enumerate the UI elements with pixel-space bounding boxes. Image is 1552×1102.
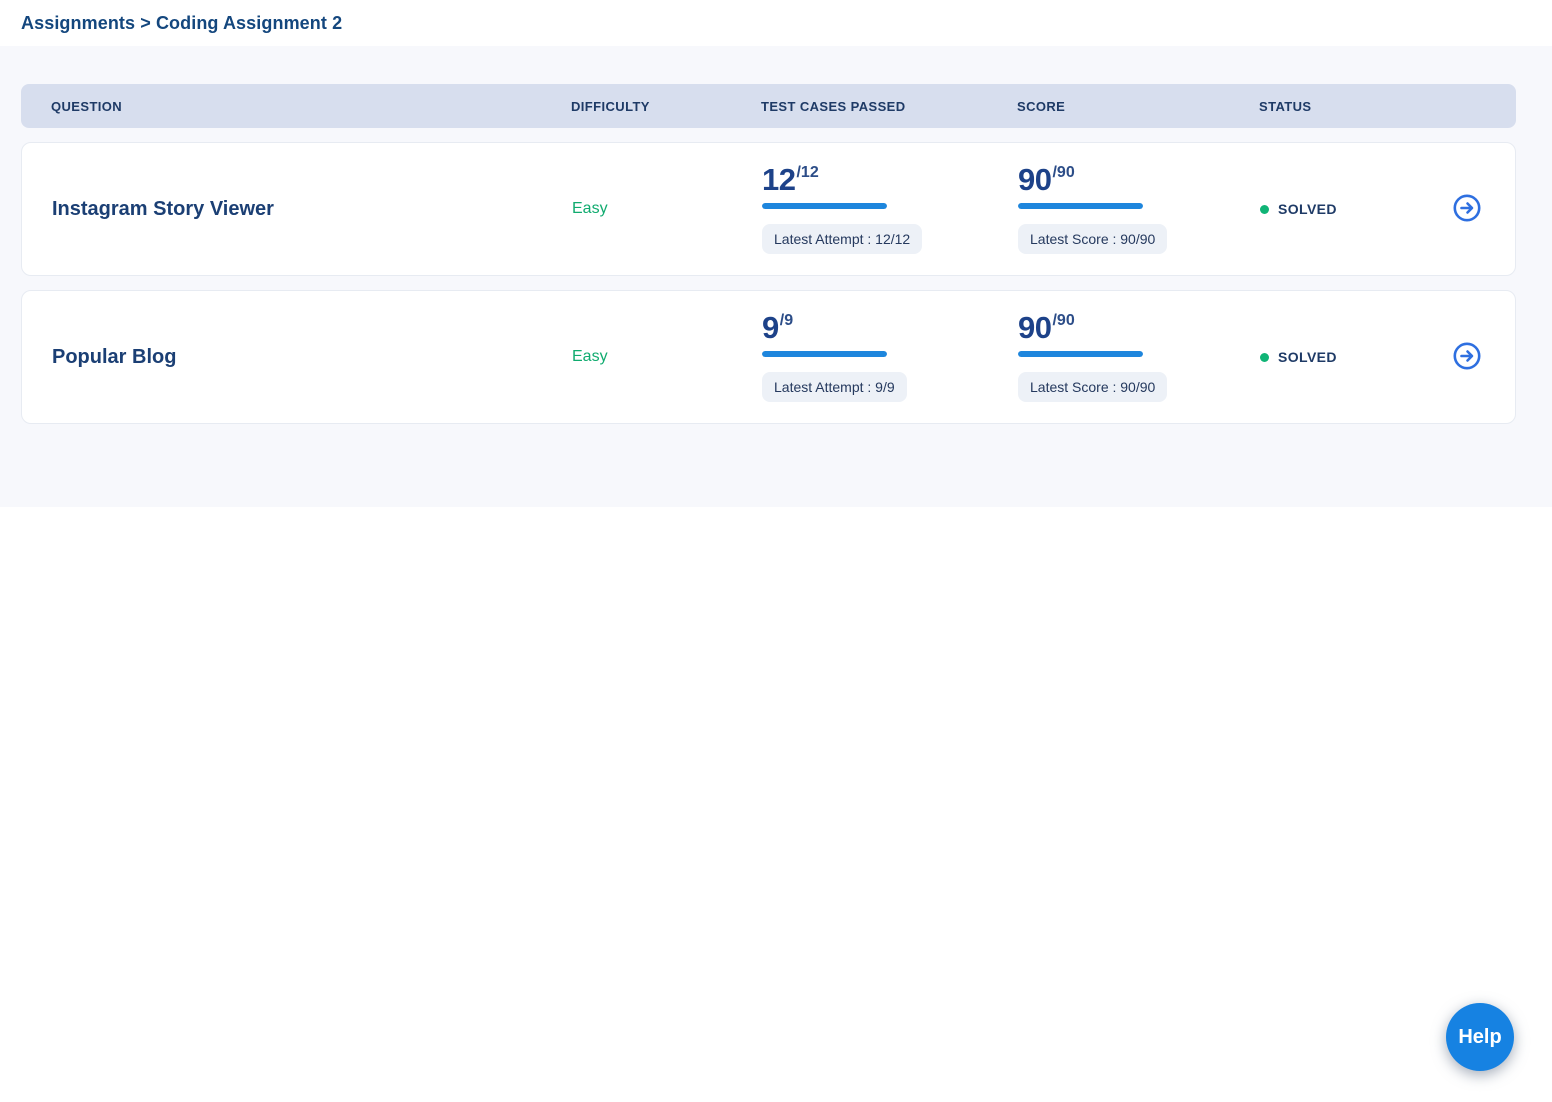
open-question-cell [1435, 342, 1482, 372]
open-question-button[interactable] [1452, 194, 1482, 224]
top-bar: Assignments > Coding Assignment 2 [0, 0, 1552, 46]
latest-attempt-pill: Latest Attempt : 12/12 [762, 224, 923, 254]
arrow-right-circle-icon [1452, 193, 1482, 226]
test-cases-progress-bar [762, 203, 887, 209]
breadcrumb[interactable]: Assignments > Coding Assignment 2 [21, 13, 342, 34]
help-button[interactable]: Help [1446, 1003, 1514, 1071]
score-progress-fill [1018, 203, 1143, 209]
latest-attempt-pill: Latest Attempt : 9/9 [762, 372, 907, 402]
score-total-value: /90 [1052, 164, 1075, 181]
column-header-test-cases: TEST CASES PASSED [761, 98, 906, 114]
score-fraction: 90 /90 [1018, 312, 1075, 343]
question-title[interactable]: Popular Blog [52, 346, 572, 369]
arrow-right-circle-icon [1452, 341, 1482, 374]
test-cases-passed-value: 12 [762, 162, 796, 197]
difficulty-badge: Easy [572, 200, 608, 217]
open-question-button[interactable] [1452, 342, 1482, 372]
open-question-cell [1435, 194, 1482, 224]
test-cases-fraction: 9 /9 [762, 312, 793, 343]
test-cases-cell: 12 /12 Latest Attempt : 12/12 [762, 164, 1018, 254]
assignments-page: Assignments > Coding Assignment 2 QUESTI… [0, 0, 1552, 1102]
test-cases-fraction: 12 /12 [762, 164, 819, 195]
column-header-question: QUESTION [51, 98, 123, 114]
score-progress-bar [1018, 203, 1143, 209]
column-header-status: STATUS [1259, 98, 1312, 114]
question-title[interactable]: Instagram Story Viewer [52, 198, 572, 221]
test-cases-progress-bar [762, 351, 887, 357]
test-cases-progress-fill [762, 203, 887, 209]
table-row: Instagram Story Viewer Easy 12 /12 Lates… [21, 142, 1516, 276]
status-dot-icon [1260, 204, 1269, 214]
status-cell: SOLVED [1260, 201, 1435, 217]
table-header-row: QUESTION DIFFICULTY TEST CASES PASSED SC… [21, 84, 1516, 128]
status-dot-icon [1260, 352, 1269, 362]
status-cell: SOLVED [1260, 349, 1435, 365]
latest-score-pill: Latest Score : 90/90 [1018, 372, 1168, 402]
score-fraction: 90 /90 [1018, 164, 1075, 195]
test-cases-progress-fill [762, 351, 887, 357]
table-row: Popular Blog Easy 9 /9 Latest Attempt : … [21, 290, 1516, 424]
difficulty-badge: Easy [572, 348, 608, 365]
column-header-difficulty: DIFFICULTY [571, 98, 650, 114]
status-badge: SOLVED [1278, 349, 1337, 365]
test-cases-total-value: /12 [796, 164, 819, 181]
score-progress-fill [1018, 351, 1143, 357]
status-badge: SOLVED [1278, 201, 1337, 217]
score-total-value: /90 [1052, 312, 1075, 329]
test-cases-passed-value: 9 [762, 310, 779, 345]
score-progress-bar [1018, 351, 1143, 357]
score-earned-value: 90 [1018, 162, 1052, 197]
score-cell: 90 /90 Latest Score : 90/90 [1018, 164, 1260, 254]
score-cell: 90 /90 Latest Score : 90/90 [1018, 312, 1260, 402]
column-header-score: SCORE [1017, 98, 1066, 114]
test-cases-total-value: /9 [779, 312, 794, 329]
test-cases-cell: 9 /9 Latest Attempt : 9/9 [762, 312, 1018, 402]
latest-score-pill: Latest Score : 90/90 [1018, 224, 1168, 254]
content-section: QUESTION DIFFICULTY TEST CASES PASSED SC… [0, 46, 1552, 507]
score-earned-value: 90 [1018, 310, 1052, 345]
